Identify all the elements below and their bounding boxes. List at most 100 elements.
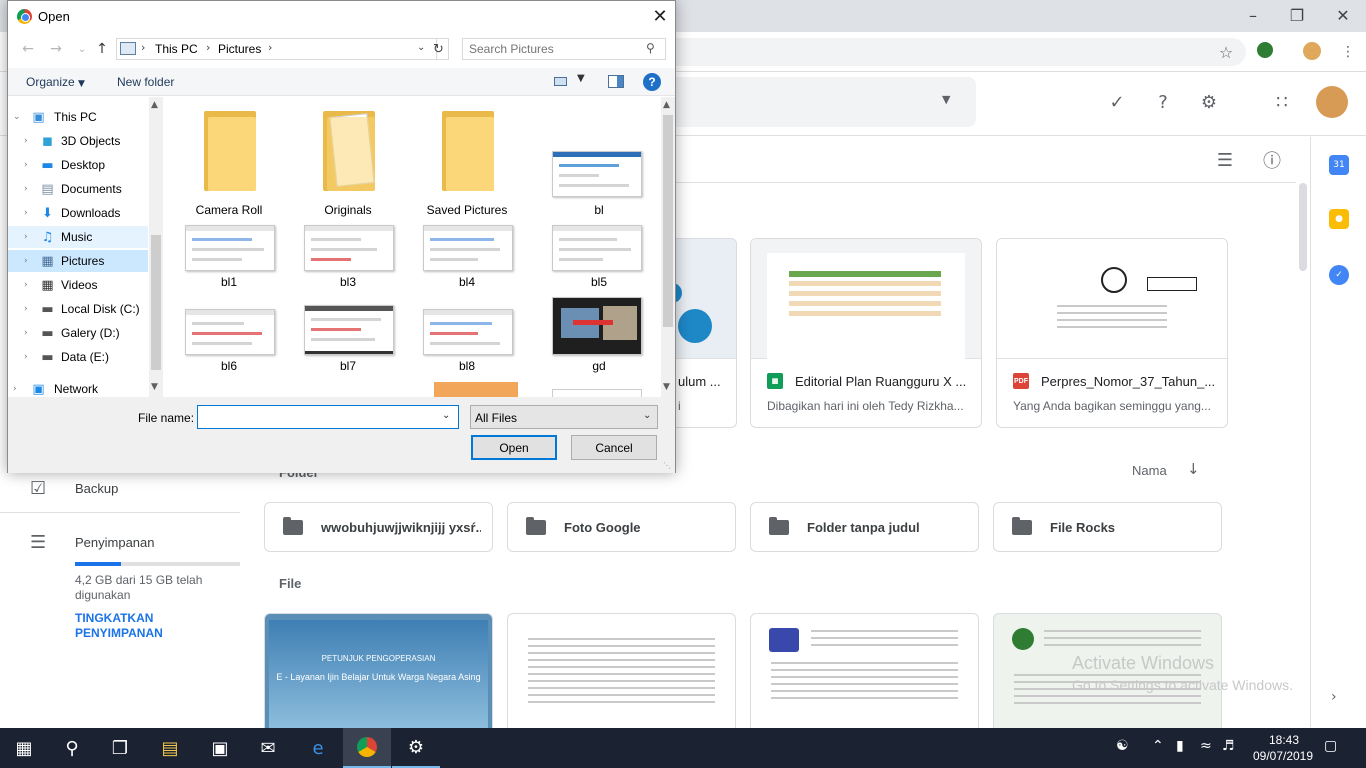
expand-arrow-icon[interactable]: › (24, 304, 28, 314)
partial-image-thumbnail[interactable] (552, 389, 642, 397)
help-circle-icon[interactable]: ? (1151, 90, 1175, 114)
store-icon[interactable]: ▣ (196, 728, 244, 768)
windows-start-icon[interactable]: ▦ (0, 728, 48, 768)
edge-icon[interactable]: e (294, 728, 342, 768)
search-icon[interactable]: ⚲ (48, 728, 96, 768)
scroll-up-icon[interactable]: ▲ (151, 100, 158, 110)
task-view-icon[interactable]: ❐ (96, 728, 144, 768)
file-tile[interactable]: bl4 (412, 223, 522, 305)
file-tile[interactable]: bl6 (174, 307, 284, 389)
restore-icon[interactable]: ❐ (1274, 0, 1320, 30)
expand-arrow-icon[interactable]: › (24, 352, 28, 362)
expand-arrow-icon[interactable]: › (24, 256, 28, 266)
profile-avatar-icon[interactable] (1303, 42, 1321, 60)
volume-icon[interactable]: ♬ (1222, 738, 1235, 754)
battery-icon[interactable]: ▮ (1176, 738, 1184, 754)
tree-item-desktop[interactable]: › ▬ Desktop (8, 154, 148, 176)
people-icon[interactable]: ☯ (1116, 738, 1129, 754)
folder-card[interactable]: File Rocks (993, 502, 1222, 552)
file-name-input[interactable] (202, 409, 437, 425)
wifi-icon[interactable]: ≈ (1200, 738, 1212, 754)
search-box[interactable]: ⚲ (462, 38, 666, 60)
apps-grid-icon[interactable]: ∷ (1270, 90, 1294, 114)
tree-item-data-e[interactable]: › ▬ Data (E:) (8, 346, 148, 368)
file-tile[interactable]: bl7 (293, 305, 403, 389)
file-tile[interactable]: bl5 (544, 223, 654, 305)
address-dropdown-icon[interactable]: ⌄ (417, 42, 425, 53)
tray-chevron-icon[interactable]: ⌃ (1152, 738, 1164, 754)
file-list-scrollbar[interactable]: ▲ ▼ (661, 97, 675, 397)
file-name-combobox[interactable]: ⌄ (197, 405, 459, 429)
tree-item-3d-objects[interactable]: › ◼ 3D Objects (8, 130, 148, 152)
tree-item-music[interactable]: › ♫ Music (8, 226, 148, 248)
file-tile[interactable]: bl3 (293, 223, 403, 305)
search-input[interactable] (469, 41, 639, 57)
open-button[interactable]: Open (471, 435, 557, 460)
keep-icon[interactable]: ● (1329, 209, 1349, 229)
calendar-icon[interactable]: 31 (1329, 155, 1349, 175)
chrome-menu-icon[interactable]: ⋮ (1338, 42, 1358, 62)
account-avatar[interactable] (1316, 86, 1348, 118)
file-tile[interactable]: bl1 (174, 223, 284, 305)
scroll-down-icon[interactable]: ▼ (663, 382, 670, 392)
tree-item-videos[interactable]: › ▦ Videos (8, 274, 148, 296)
scroll-up-icon[interactable]: ▲ (663, 100, 670, 110)
preview-pane-icon[interactable] (608, 75, 624, 88)
expand-arrow-icon[interactable]: › (24, 208, 28, 218)
folder-card[interactable]: Foto Google (507, 502, 736, 552)
forward-arrow-icon[interactable]: → (46, 39, 66, 59)
expand-arrow-icon[interactable]: › (24, 184, 28, 194)
file-tile[interactable]: Saved Pictures (412, 111, 522, 219)
minimize-icon[interactable]: – (1230, 0, 1276, 30)
expand-panel-icon[interactable]: › (1331, 689, 1337, 705)
folder-card[interactable]: Folder tanpa judul (750, 502, 979, 552)
chevron-down-icon[interactable]: ⌄ (442, 410, 450, 421)
drive-scrollbar[interactable] (1299, 183, 1307, 271)
tree-item-network[interactable]: › ▣ Network (8, 378, 148, 397)
address-bar[interactable] (676, 38, 1246, 66)
expand-arrow-icon[interactable]: › (24, 232, 28, 242)
address-bar[interactable]: › This PC › Pictures › ⌄ (116, 38, 437, 60)
expand-arrow-icon[interactable]: › (13, 384, 17, 394)
sort-arrow-icon[interactable]: ↓ (1187, 460, 1200, 478)
file-tile[interactable]: bl8 (412, 307, 522, 389)
info-icon[interactable]: ⓘ (1260, 148, 1284, 172)
list-view-icon[interactable]: ☰ (1213, 148, 1237, 172)
nav-scroll-thumb[interactable] (151, 235, 161, 370)
breadcrumb-pictures[interactable]: Pictures (218, 42, 261, 56)
nav-scrollbar[interactable]: ▲ ▼ (149, 97, 162, 397)
chrome-taskbar-icon[interactable] (343, 728, 391, 768)
scroll-down-icon[interactable]: ▼ (151, 382, 158, 392)
file-type-select[interactable]: All Files ⌄ (470, 405, 658, 429)
tree-item-documents[interactable]: › ▤ Documents (8, 178, 148, 200)
expand-arrow-icon[interactable]: › (24, 280, 28, 290)
clock-date[interactable]: 09/07/2019 (1248, 749, 1318, 763)
recent-locations-icon[interactable]: ⌄ (72, 39, 92, 59)
tree-item-local-disk-c[interactable]: › ▬ Local Disk (C:) (8, 298, 148, 320)
settings-gear-icon[interactable]: ⚙ (1197, 90, 1221, 114)
quick-access-card[interactable]: PDF Perpres_Nomor_37_Tahun_... Yang Anda… (996, 238, 1228, 428)
file-tile[interactable]: gd (544, 295, 654, 377)
refresh-icon[interactable]: ↻ (429, 38, 449, 60)
tree-item-downloads[interactable]: › ⬇ Downloads (8, 202, 148, 224)
clock-time[interactable]: 18:43 (1258, 733, 1310, 747)
breadcrumb-this-pc[interactable]: This PC (155, 42, 198, 56)
extension-icon[interactable] (1257, 42, 1273, 58)
organize-button[interactable]: Organize ▼ (26, 75, 85, 89)
help-icon[interactable]: ? (643, 73, 661, 91)
resize-grip-icon[interactable]: ⋱ (663, 461, 671, 470)
file-tile[interactable]: Originals (293, 111, 403, 219)
up-arrow-icon[interactable]: ↑ (92, 39, 112, 59)
new-folder-button[interactable]: New folder (117, 75, 174, 89)
tree-item-pictures[interactable]: › ▦ Pictures (8, 250, 148, 272)
file-card[interactable] (750, 613, 979, 733)
tree-item-this-pc[interactable]: ⌄ ▣ This PC (8, 106, 148, 128)
back-arrow-icon[interactable]: ← (18, 39, 38, 59)
file-tile[interactable]: bl (544, 111, 654, 219)
sidebar-item-storage[interactable]: ☰ Penyimpanan (0, 524, 250, 560)
expand-arrow-icon[interactable]: ⌄ (13, 112, 21, 122)
search-icon[interactable]: ⚲ (646, 41, 655, 55)
file-list-scroll-thumb[interactable] (663, 115, 673, 327)
expand-arrow-icon[interactable]: › (24, 160, 28, 170)
close-icon[interactable]: ✕ (644, 1, 676, 31)
